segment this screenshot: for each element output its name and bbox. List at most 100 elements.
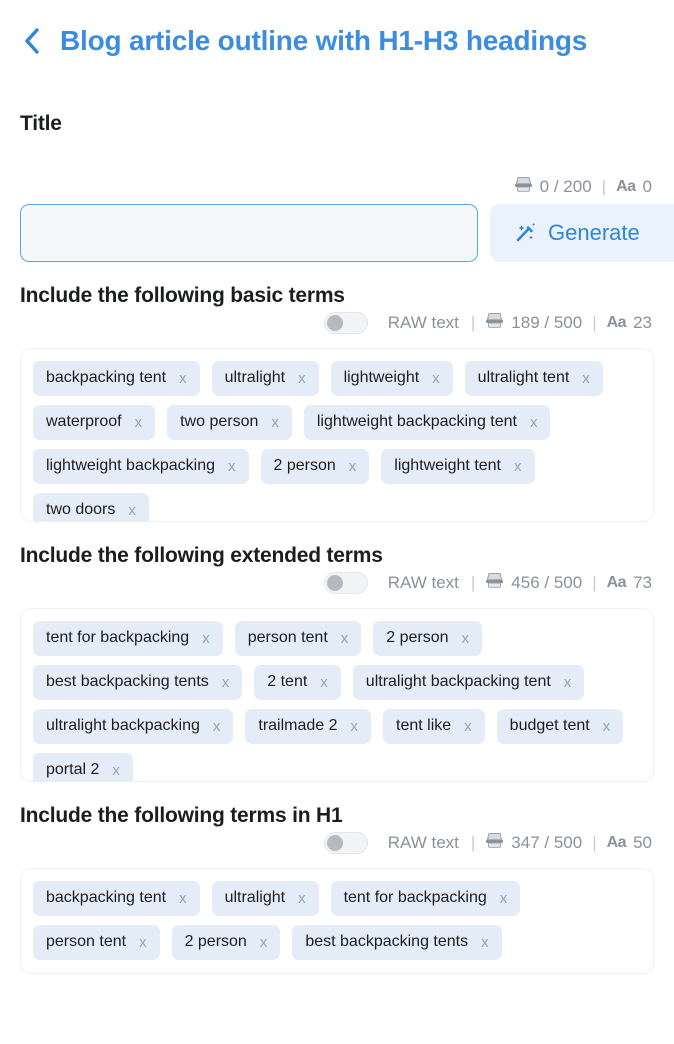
term-chip-remove-icon[interactable]: x <box>341 630 349 647</box>
term-chip-label: tent like <box>396 717 452 734</box>
term-chip-label: 2 person <box>386 629 449 646</box>
meter-divider: | <box>601 177 607 196</box>
character-count-group: 347 / 500 <box>485 832 582 854</box>
term-chip-remove-icon[interactable]: x <box>298 890 306 907</box>
term-chip-remove-icon[interactable]: x <box>582 370 590 387</box>
term-chip-remove-icon[interactable]: x <box>228 458 236 475</box>
term-chip-remove-icon[interactable]: x <box>128 502 136 519</box>
term-chip-label: person tent <box>247 629 328 646</box>
term-chip[interactable]: lightweight backpacking x <box>33 449 249 484</box>
term-chip[interactable]: ultralight x <box>211 881 319 916</box>
term-chip-remove-icon[interactable]: x <box>179 890 187 907</box>
term-chip[interactable]: ultralight backpacking tent x <box>352 665 585 700</box>
term-chip-remove-icon[interactable]: x <box>179 370 187 387</box>
term-chip-remove-icon[interactable]: x <box>514 458 522 475</box>
term-chip-remove-icon[interactable]: x <box>320 674 328 691</box>
meter-divider: | <box>592 833 597 852</box>
h1-terms-chip-list: backpacking tent x ultralight x tent for bac… <box>33 881 641 960</box>
term-chip-remove-icon[interactable]: x <box>202 630 210 647</box>
term-chip-remove-icon[interactable]: x <box>500 890 508 907</box>
word-count-group: Aa 73 <box>607 573 652 593</box>
term-chip[interactable]: lightweight x <box>330 361 453 396</box>
toggle-knob <box>326 315 343 331</box>
term-chip-remove-icon[interactable]: x <box>298 370 306 387</box>
aa-icon: Aa <box>606 574 627 591</box>
term-chip[interactable]: 2 person x <box>171 925 281 960</box>
term-chip-label: lightweight backpacking <box>46 457 215 474</box>
term-chip-remove-icon[interactable]: x <box>135 414 143 431</box>
extended-character-count: 456 / 500 <box>511 573 583 592</box>
extended-meter-row: RAW text | 456 / 500 | Aa 73 <box>0 568 674 598</box>
typewriter-icon <box>485 312 504 334</box>
raw-text-toggle-extended[interactable] <box>323 572 368 594</box>
basic-meter-row: RAW text | 189 / 500 | Aa 23 <box>0 308 674 338</box>
term-chip[interactable]: person tent x <box>33 925 160 960</box>
term-chip[interactable]: 2 person x <box>260 449 370 484</box>
chevron-left-icon <box>22 27 40 55</box>
aa-icon: Aa <box>616 178 636 195</box>
term-chip-label: two doors <box>46 501 116 518</box>
term-chip[interactable]: budget tent x <box>496 709 624 744</box>
term-chip[interactable]: tent like x <box>383 709 485 744</box>
term-chip-label: 2 person <box>184 933 247 950</box>
basic-terms-chip-list: backpacking tent x ultralight x lightweight x… <box>33 361 641 521</box>
term-chip-remove-icon[interactable]: x <box>349 458 357 475</box>
term-chip-label: 2 tent <box>267 673 308 690</box>
term-chip[interactable]: portal 2 x <box>33 753 133 781</box>
h1-terms-panel[interactable]: backpacking tent x ultralight x tent for bac… <box>20 868 654 974</box>
term-chip-remove-icon[interactable]: x <box>462 630 470 647</box>
term-chip[interactable]: lightweight backpacking tent x <box>303 405 551 440</box>
term-chip[interactable]: 2 tent x <box>254 665 341 700</box>
term-chip[interactable]: backpacking tent x <box>33 361 200 396</box>
back-button[interactable] <box>18 24 44 58</box>
term-chip-remove-icon[interactable]: x <box>603 718 611 735</box>
term-chip-remove-icon[interactable]: x <box>432 370 440 387</box>
term-chip-remove-icon[interactable]: x <box>481 934 489 951</box>
section-extended-terms: Include the following extended terms RAW… <box>0 522 674 782</box>
term-chip[interactable]: trailmade 2 x <box>245 709 372 744</box>
term-chip-remove-icon[interactable]: x <box>139 934 147 951</box>
term-chip-remove-icon[interactable]: x <box>351 718 359 735</box>
term-chip[interactable]: ultralight backpacking x <box>33 709 234 744</box>
term-chip[interactable]: two person x <box>167 405 292 440</box>
term-chip-remove-icon[interactable]: x <box>271 414 279 431</box>
meter-divider: | <box>592 573 597 592</box>
h1-meter-row: RAW text | 347 / 500 | Aa 50 <box>0 828 674 858</box>
basic-terms-panel[interactable]: backpacking tent x ultralight x lightweight x… <box>20 348 654 522</box>
term-chip-remove-icon[interactable]: x <box>530 414 538 431</box>
term-chip[interactable]: lightweight tent x <box>381 449 535 484</box>
toggle-knob <box>326 575 343 591</box>
term-chip[interactable]: backpacking tent x <box>33 881 200 916</box>
term-chip-label: portal 2 <box>46 761 100 778</box>
term-chip[interactable]: waterproof x <box>33 405 156 440</box>
term-chip-remove-icon[interactable]: x <box>564 674 572 691</box>
magic-wand-icon <box>512 219 538 248</box>
title-field-label: Title <box>20 112 62 135</box>
term-chip-remove-icon[interactable]: x <box>464 718 472 735</box>
term-chip[interactable]: tent for backpacking x <box>33 621 223 656</box>
raw-text-toggle-h1[interactable] <box>323 832 368 854</box>
title-input[interactable] <box>20 204 478 262</box>
term-chip[interactable]: ultralight x <box>211 361 319 396</box>
meter-divider: | <box>470 313 476 332</box>
term-chip-label: ultralight backpacking <box>46 717 200 734</box>
term-chip[interactable]: tent for backpacking x <box>330 881 521 916</box>
term-chip[interactable]: person tent x <box>234 621 362 656</box>
term-chip-label: trailmade 2 <box>258 717 338 734</box>
term-chip[interactable]: best backpacking tents x <box>33 665 243 700</box>
character-count-group: 0 / 200 <box>514 176 592 198</box>
term-chip-label: tent for backpacking <box>343 889 487 906</box>
generate-button[interactable]: Generate <box>490 204 674 262</box>
aa-icon: Aa <box>606 314 627 331</box>
term-chip-remove-icon[interactable]: x <box>260 934 268 951</box>
term-chip-remove-icon[interactable]: x <box>213 718 221 735</box>
term-chip[interactable]: best backpacking tents x <box>292 925 502 960</box>
term-chip[interactable]: ultralight tent x <box>464 361 603 396</box>
term-chip-remove-icon[interactable]: x <box>112 762 120 779</box>
generate-button-label: Generate <box>548 220 640 245</box>
term-chip[interactable]: 2 person x <box>373 621 483 656</box>
extended-terms-panel[interactable]: tent for backpacking x person tent x 2 perso… <box>20 608 654 782</box>
term-chip-remove-icon[interactable]: x <box>222 674 230 691</box>
term-chip[interactable]: two doors x <box>33 493 149 521</box>
raw-text-toggle-basic[interactable] <box>323 312 368 334</box>
